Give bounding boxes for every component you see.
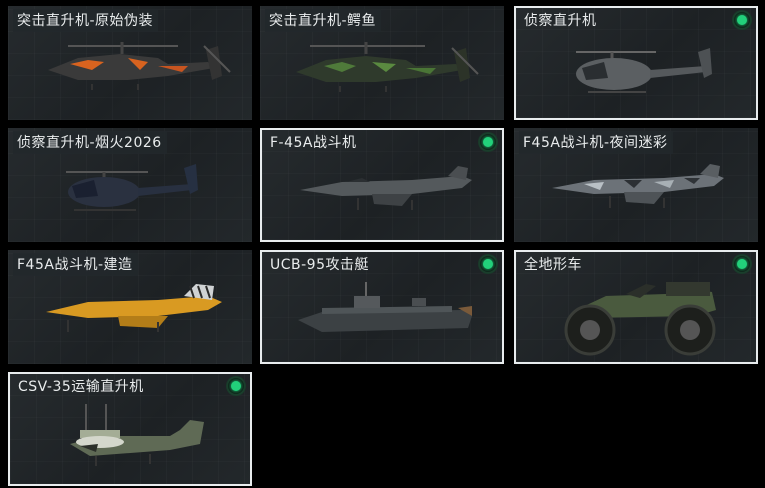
equipped-check-icon <box>480 134 496 150</box>
vehicle-name: UCB-95攻击艇 <box>270 257 369 273</box>
vehicle-name: F45A战斗机-夜间迷彩 <box>519 131 673 154</box>
equipped-check-icon <box>734 256 750 272</box>
vehicle-card-atv[interactable]: 全地形车 <box>514 250 758 364</box>
vehicle-name: 突击直升机-鳄鱼 <box>265 9 382 32</box>
vehicle-name: 全地形车 <box>524 257 582 273</box>
vehicle-card-scout-heli[interactable]: 侦察直升机 <box>514 6 758 120</box>
vehicle-name: 侦察直升机-烟火2026 <box>13 131 167 154</box>
equipped-check-icon <box>734 12 750 28</box>
vehicle-card-f45a-night-camo[interactable]: F45A战斗机-夜间迷彩 <box>514 128 758 242</box>
vehicle-card-scout-heli-fireworks[interactable]: 侦察直升机-烟火2026 <box>8 128 252 242</box>
vehicle-card-ucb95-boat[interactable]: UCB-95攻击艇 <box>260 250 504 364</box>
vehicle-card-attack-heli-original[interactable]: 突击直升机-原始伪装 <box>8 6 252 120</box>
vehicle-card-csv35-transport[interactable]: CSV-35运输直升机 <box>8 372 252 486</box>
vehicle-name: F45A战斗机-建造 <box>13 253 138 276</box>
vehicle-name: 侦察直升机 <box>524 13 597 29</box>
vehicle-name: 突击直升机-原始伪装 <box>13 9 159 32</box>
vehicle-name: CSV-35运输直升机 <box>18 379 144 395</box>
vehicle-name: F-45A战斗机 <box>270 135 357 151</box>
vehicle-card-f45a-build[interactable]: F45A战斗机-建造 <box>8 250 252 364</box>
equipped-check-icon <box>480 256 496 272</box>
equipped-check-icon <box>228 378 244 394</box>
vehicle-card-f45a[interactable]: F-45A战斗机 <box>260 128 504 242</box>
vehicle-card-attack-heli-crocodile[interactable]: 突击直升机-鳄鱼 <box>260 6 504 120</box>
